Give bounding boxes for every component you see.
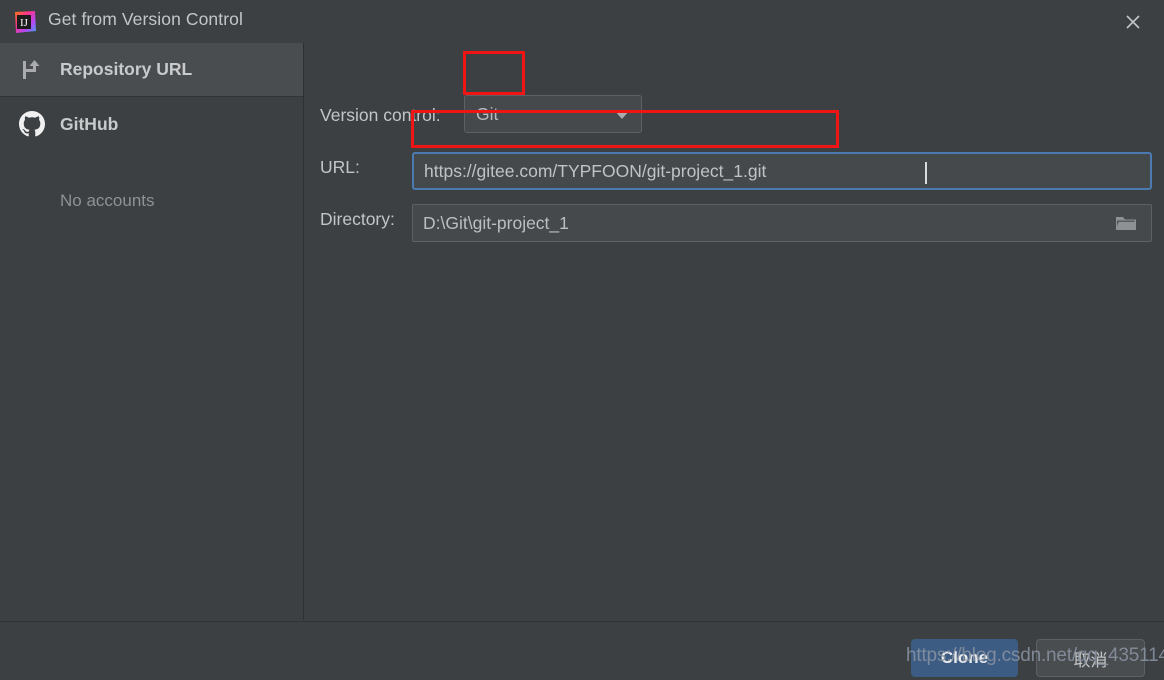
svg-text:IJ: IJ [20,17,29,29]
sidebar-item-label: GitHub [60,113,119,134]
clone-button[interactable]: Clone [911,639,1018,677]
title-bar: IJ Get from Version Control [0,0,1164,43]
directory-value: D:\Git\git-project_1 [423,213,569,233]
window-title: Get from Version Control [48,9,243,29]
sidebar-item-github[interactable]: GitHub [0,97,303,151]
sidebar-item-repository-url[interactable]: Repository URL [0,43,303,97]
dialog-footer: Clone 取消 [0,621,1164,680]
directory-input[interactable]: D:\Git\git-project_1 [412,204,1152,242]
cancel-button[interactable]: 取消 [1036,639,1145,677]
github-status-text: No accounts [60,191,155,210]
close-icon[interactable] [1110,4,1156,40]
version-control-select[interactable]: Git [464,95,642,133]
get-from-version-control-dialog: IJ Get from Version Control Repository U… [0,0,1164,680]
github-octocat-icon [18,110,46,138]
sidebar: Repository URL GitHub No accounts [0,43,304,620]
form-panel: Version control: Git URL: https://gitee.… [304,43,1164,620]
version-control-value: Git [476,104,499,124]
sidebar-item-label: Repository URL [60,59,193,79]
branch-icon [18,56,46,84]
intellij-idea-logo-icon: IJ [12,9,38,35]
chevron-down-icon [615,111,629,119]
text-caret [925,162,927,184]
version-control-label: Version control: [320,105,441,125]
url-value: https://gitee.com/TYPFOON/git-project_1.… [424,161,767,181]
directory-label: Directory: [320,209,395,229]
url-label: URL: [320,157,360,177]
folder-icon[interactable] [1102,206,1150,240]
url-input[interactable]: https://gitee.com/TYPFOON/git-project_1.… [412,152,1152,190]
